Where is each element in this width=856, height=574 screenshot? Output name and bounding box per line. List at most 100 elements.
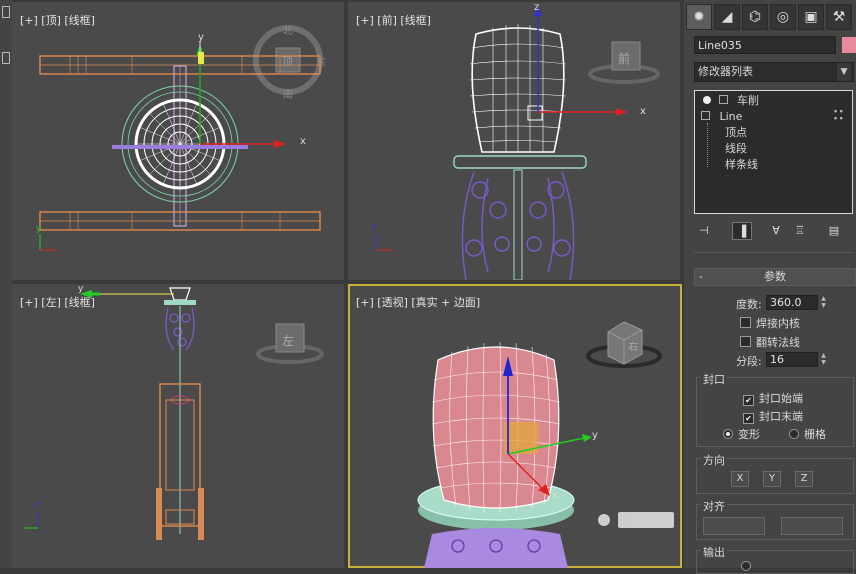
modify-icon[interactable]: ◢ [714,4,740,30]
pin-stack-icon[interactable]: ⊣ [694,222,714,240]
checkbox-box[interactable]: ✔ [743,395,754,406]
viewcube[interactable] [586,321,662,368]
configure-sets-icon[interactable]: ▤ [824,222,844,240]
motion-icon[interactable]: ◎ [770,4,796,30]
tripod-z-label: z [35,500,40,510]
stack-item-label: 车削 [737,94,759,107]
watermark-graphic [598,512,674,528]
collapse-minus-icon[interactable] [701,111,710,120]
checkbox-box[interactable] [740,336,751,347]
toolbar-strip-icon[interactable] [2,52,10,64]
create-icon[interactable]: ✹ [686,4,712,30]
viewport-label[interactable]: [+] [左] [线框] [20,294,95,310]
flip-normals-checkbox[interactable]: 翻转法线 [740,334,800,350]
viewport-top[interactable]: [+] [顶] [线框] 北 东 南 顶 y x y [12,2,344,280]
perspective-view-scene [417,321,674,568]
stack-subitem-label: 顶点 [725,126,747,139]
viewcube-face-label: 前 [618,52,631,66]
display-icon[interactable]: ▣ [798,4,824,30]
cap-end-label: 封口末端 [759,410,803,423]
show-end-result-icon[interactable]: ▐ [732,222,752,240]
gizmo-y-label: y [78,284,84,294]
parameters-rollout-header[interactable]: - 参数 [694,268,856,286]
stack-subitem-spline[interactable]: 样条线 [725,157,758,172]
tripod-z-label: z [372,222,377,232]
compass-north-label: 北 [283,26,293,37]
cap-start-label: 封口始端 [759,392,803,405]
object-name-field[interactable]: Line035 [694,36,836,54]
direction-z-button[interactable]: Z [795,471,813,487]
capping-title: 封口 [701,371,727,387]
capping-group: 封口 ✔ 封口始端 ✔ 封口末端 变形 栅格 [696,371,854,447]
direction-title: 方向 [701,452,727,468]
flip-normals-label: 翻转法线 [756,336,800,349]
morph-radio[interactable]: 变形 [723,426,760,442]
stack-item-line[interactable]: Line [701,109,742,124]
align-min-button[interactable] [703,517,765,535]
collapse-minus-icon: - [699,270,703,283]
cap-start-checkbox[interactable]: ✔ 封口始端 [743,390,803,406]
top-view-scene [39,25,323,251]
degrees-label: 度数: [736,298,762,311]
direction-x-button[interactable]: X [731,471,749,487]
degrees-input[interactable]: 360.0 [766,295,818,310]
grid-radio[interactable]: 栅格 [789,426,826,442]
morph-label: 变形 [738,428,760,441]
checkbox-box[interactable] [740,317,751,328]
make-unique-icon[interactable]: ∀ [766,222,786,240]
segments-input[interactable]: 16 [766,352,818,367]
hierarchy-icon[interactable]: ⌬ [742,4,768,30]
weld-core-checkbox[interactable]: 焊接内核 [740,315,800,331]
grid-label: 栅格 [804,428,826,441]
gizmo-x-label: x [300,136,306,147]
toolbar-strip-icon[interactable] [2,6,10,18]
command-panel: ✹ ◢ ⌬ ◎ ▣ ⚒ Line035 修改器列表 ▼ 车削 Line 顶点 线… [684,0,856,574]
tree-line [707,123,709,167]
divider [694,252,854,253]
viewport-left[interactable]: [+] [左] [线框] 左 y z [12,284,344,568]
compass-east-label: 东 [316,58,326,69]
modifier-list-label: 修改器列表 [698,65,753,78]
align-max-button[interactable] [781,517,843,535]
viewport-perspective[interactable]: [+] [透视] [真实 + 边面] 右 y x [348,284,682,568]
viewport-label[interactable]: [+] [顶] [线框] [20,12,95,28]
object-color-swatch[interactable] [842,37,856,53]
viewport-front[interactable]: [+] [前] [线框] 前 z x z [348,2,680,280]
checkbox-box[interactable]: ✔ [743,413,754,424]
left-view-scene [24,287,324,540]
output-group: 输出 [696,544,854,574]
viewport-label[interactable]: [+] [透视] [真实 + 边面] [356,294,480,310]
modifier-list-dropdown[interactable]: 修改器列表 ▼ [694,62,854,82]
utilities-icon[interactable]: ⚒ [826,4,852,30]
left-toolbar [0,0,12,568]
lightbulb-icon[interactable] [703,96,711,104]
radio-button[interactable] [723,429,733,439]
command-panel-tabs: ✹ ◢ ⌬ ◎ ▣ ⚒ [684,4,856,30]
stack-item-lathe[interactable]: 车削 [703,93,759,108]
viewcube-face-label: 左 [282,334,295,348]
compass-south-label: 南 [283,90,293,101]
modifier-stack: 车削 Line 顶点 线段 样条线 ∙∙ ∙∙ [694,90,853,214]
chevron-down-icon: ▼ [837,63,851,81]
degrees-spinner[interactable]: ▲ ▼ [819,295,828,310]
direction-y-button[interactable]: Y [763,471,781,487]
stack-subitem-segment[interactable]: 线段 [725,141,747,156]
align-title: 对齐 [701,498,727,514]
rollout-title: 参数 [764,270,786,283]
segments-spinner[interactable]: ▲ ▼ [819,352,828,367]
weld-core-label: 焊接内核 [756,317,800,330]
stack-subitem-vertex[interactable]: 顶点 [725,125,747,140]
direction-group: 方向 X Y Z [696,452,854,494]
expand-plus-icon[interactable] [718,95,728,104]
segments-label: 分段: [736,355,762,368]
viewport-label[interactable]: [+] [前] [线框] [356,12,431,28]
radio-button[interactable] [789,429,799,439]
remove-modifier-icon[interactable]: ♖ [790,222,810,240]
cap-end-checkbox[interactable]: ✔ 封口末端 [743,408,803,424]
front-view-scene [375,6,660,280]
output-radio[interactable] [741,561,751,571]
viewcube-face-label: 顶 [282,55,293,68]
gizmo-x-label: x [552,490,558,501]
stack-item-label: Line [719,110,743,123]
stack-subitem-label: 线段 [725,142,747,155]
